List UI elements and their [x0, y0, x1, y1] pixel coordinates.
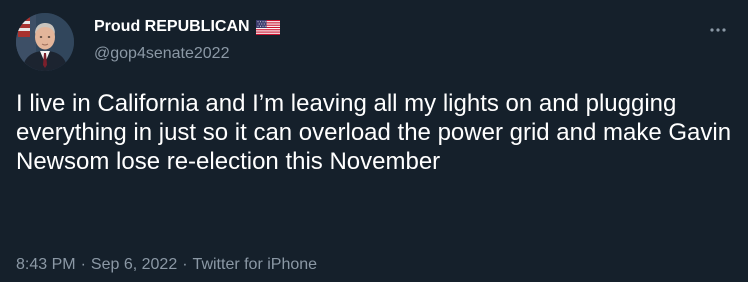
user-handle[interactable]: @gop4senate2022: [94, 45, 229, 63]
tweet-time[interactable]: 8:43 PM: [16, 256, 76, 274]
user-avatar-icon: [16, 13, 74, 71]
tweet-date[interactable]: Sep 6, 2022: [91, 256, 177, 274]
more-horizontal-icon[interactable]: [708, 20, 728, 40]
tweet-metadata: 8:43 PM · Sep 6, 2022 · Twitter for iPho…: [16, 256, 317, 274]
tweet-text: I live in California and I’m leaving all…: [16, 90, 732, 175]
tweet-source[interactable]: Twitter for iPhone: [193, 256, 318, 274]
display-name[interactable]: Proud REPUBLICAN: [94, 18, 250, 36]
avatar[interactable]: [16, 13, 74, 71]
meta-separator: ·: [182, 256, 188, 273]
meta-separator: ·: [80, 256, 86, 273]
us-flag-icon: [255, 19, 280, 35]
display-name-row: Proud REPUBLICAN: [94, 18, 280, 36]
tweet-card: Proud REPUBLICAN @gop4senate2022 I live …: [0, 0, 748, 282]
